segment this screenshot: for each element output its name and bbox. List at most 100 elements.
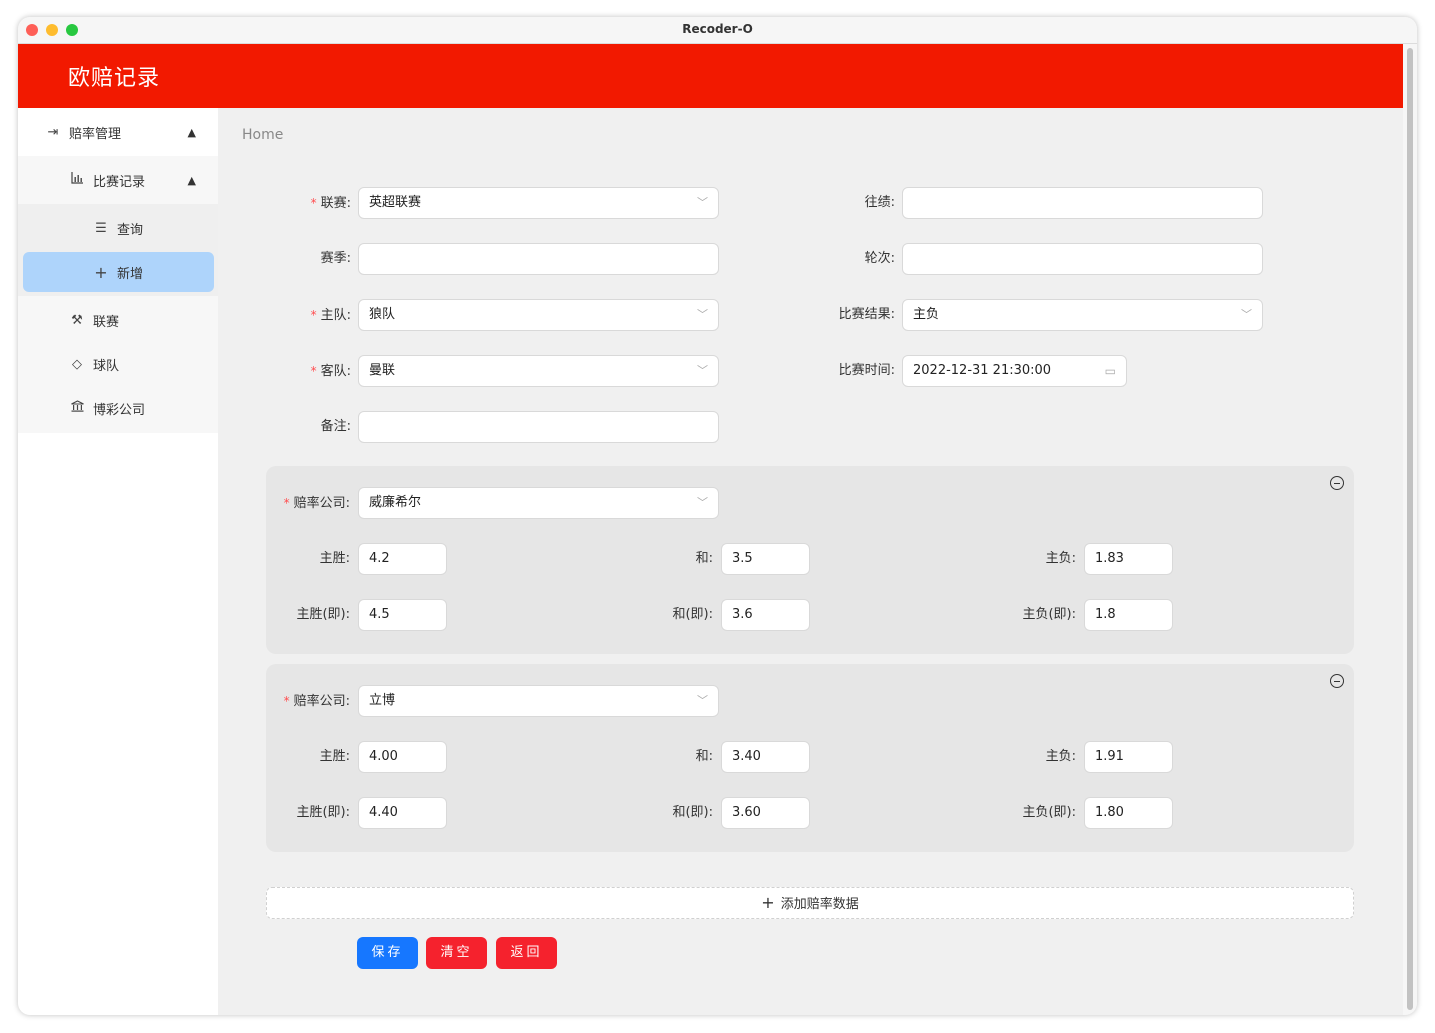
app-window: Recoder-O 欧赔记录 ⇥ 赔率管理 ▲ 比赛记录 ▲ ☰ 查询 + 新增 bbox=[18, 17, 1417, 1015]
scroll-thumb[interactable] bbox=[1407, 48, 1413, 1010]
title-bar: Recoder-O bbox=[18, 17, 1417, 44]
home-win-live-label: 主胜(即): bbox=[296, 805, 350, 820]
home-win-label: 主胜: bbox=[319, 749, 350, 764]
draw-live-input[interactable]: 3.60 bbox=[721, 797, 810, 829]
company-select[interactable]: 威廉希尔 ﹀ bbox=[358, 487, 719, 519]
tag-icon: ◇ bbox=[72, 356, 82, 372]
calendar-icon: ▭ bbox=[1104, 364, 1116, 378]
chevron-down-icon: ﹀ bbox=[1241, 308, 1252, 321]
home-loss-live-label: 主负(即): bbox=[1022, 607, 1076, 622]
menu-label: 赔率管理 bbox=[69, 126, 122, 142]
round-label: 轮次: bbox=[864, 251, 895, 266]
chevron-down-icon: ﹀ bbox=[697, 196, 708, 209]
add-odds-button[interactable]: + 添加赔率数据 bbox=[266, 887, 1354, 919]
home-win-input[interactable]: 4.2 bbox=[358, 543, 447, 575]
menu-team[interactable]: ◇ 球队 bbox=[18, 340, 218, 388]
home-loss-label: 主负: bbox=[1045, 749, 1076, 764]
menu-match-records[interactable]: 比赛记录 ▲ bbox=[18, 156, 218, 204]
home-win-live-input[interactable]: 4.40 bbox=[358, 797, 447, 829]
chevron-down-icon: ﹀ bbox=[697, 496, 708, 509]
chevron-up-icon: ▲ bbox=[187, 173, 196, 187]
company-select[interactable]: 立博 ﹀ bbox=[358, 685, 719, 717]
clear-button[interactable]: 清空 bbox=[426, 937, 487, 969]
menu-league[interactable]: ⚒ 联赛 bbox=[18, 296, 218, 344]
menu-query[interactable]: ☰ 查询 bbox=[18, 204, 218, 252]
menu-label: 博彩公司 bbox=[93, 402, 146, 418]
remark-label: 备注: bbox=[320, 419, 351, 434]
league-label: * 联赛: bbox=[310, 196, 351, 211]
draw-live-label: 和(即): bbox=[672, 805, 713, 820]
result-select[interactable]: 主负 ﹀ bbox=[902, 299, 1263, 331]
login-icon: ⇥ bbox=[47, 124, 59, 140]
company-value: 威廉希尔 bbox=[369, 495, 422, 510]
league-select[interactable]: 英超联赛 ﹀ bbox=[358, 187, 719, 219]
main-content: Home * 联赛: 英超联赛 ﹀ 往绩: 赛季: 轮次: * 主队: 狼队 ﹀ 比… bbox=[218, 108, 1403, 1015]
history-input[interactable] bbox=[902, 187, 1263, 219]
away-team-select[interactable]: 曼联 ﹀ bbox=[358, 355, 719, 387]
chevron-down-icon: ﹀ bbox=[697, 308, 708, 321]
remove-circle-icon[interactable] bbox=[1330, 674, 1344, 688]
breadcrumb[interactable]: Home bbox=[242, 127, 283, 143]
remove-circle-icon[interactable] bbox=[1330, 476, 1344, 490]
season-input[interactable] bbox=[358, 243, 719, 275]
back-button[interactable]: 返回 bbox=[496, 937, 557, 969]
menu-label: 球队 bbox=[93, 358, 120, 374]
odds-card: * 赔率公司: 威廉希尔 ﹀ 主胜: 4.2 和: 3.5 主负: 1.83 主胜… bbox=[266, 466, 1354, 654]
home-loss-live-input[interactable]: 1.8 bbox=[1084, 599, 1173, 631]
menu-label: 新增 bbox=[117, 266, 144, 282]
bar-chart-icon bbox=[69, 172, 85, 188]
draw-label: 和: bbox=[695, 749, 713, 764]
result-label: 比赛结果: bbox=[838, 307, 895, 322]
tool-icon: ⚒ bbox=[71, 312, 83, 328]
home-win-live-input[interactable]: 4.5 bbox=[358, 599, 447, 631]
home-loss-input[interactable]: 1.91 bbox=[1084, 741, 1173, 773]
menu-label: 查询 bbox=[117, 222, 144, 238]
result-value: 主负 bbox=[913, 307, 940, 322]
draw-live-input[interactable]: 3.6 bbox=[721, 599, 810, 631]
vertical-scrollbar[interactable] bbox=[1403, 44, 1417, 1015]
home-team-select[interactable]: 狼队 ﹀ bbox=[358, 299, 719, 331]
plus-icon: + bbox=[94, 262, 108, 282]
company-label: * 赔率公司: bbox=[283, 694, 350, 709]
window-title: Recoder-O bbox=[682, 22, 753, 36]
away-team-value: 曼联 bbox=[369, 363, 396, 378]
sidebar: ⇥ 赔率管理 ▲ 比赛记录 ▲ ☰ 查询 + 新增 ⚒ 联赛 ◇ 球队 博彩公司 bbox=[18, 108, 218, 1015]
draw-label: 和: bbox=[695, 551, 713, 566]
home-loss-input[interactable]: 1.83 bbox=[1084, 543, 1173, 575]
home-team-value: 狼队 bbox=[369, 307, 396, 322]
company-value: 立博 bbox=[369, 693, 396, 708]
odds-card: * 赔率公司: 立博 ﹀ 主胜: 4.00 和: 3.40 主负: 1.91 主胜… bbox=[266, 664, 1354, 852]
round-input[interactable] bbox=[902, 243, 1263, 275]
history-label: 往绩: bbox=[864, 195, 895, 210]
menu-add-new[interactable]: + 新增 bbox=[18, 248, 218, 296]
app-title: 欧赔记录 bbox=[68, 66, 161, 91]
draw-input[interactable]: 3.5 bbox=[721, 543, 810, 575]
plus-icon: + bbox=[761, 893, 775, 912]
home-loss-live-input[interactable]: 1.80 bbox=[1084, 797, 1173, 829]
season-label: 赛季: bbox=[320, 251, 351, 266]
menu-bookmaker[interactable]: 博彩公司 bbox=[18, 384, 218, 432]
home-team-label: * 主队: bbox=[310, 308, 351, 323]
draw-input[interactable]: 3.40 bbox=[721, 741, 810, 773]
app-header: 欧赔记录 bbox=[18, 44, 1403, 108]
remark-input[interactable] bbox=[358, 411, 719, 443]
away-team-label: * 客队: bbox=[310, 364, 351, 379]
home-loss-label: 主负: bbox=[1045, 551, 1076, 566]
menu-label: 比赛记录 bbox=[93, 174, 146, 190]
save-button[interactable]: 保存 bbox=[357, 937, 418, 969]
bank-icon bbox=[69, 400, 85, 416]
chevron-up-icon: ▲ bbox=[187, 125, 196, 139]
chevron-down-icon: ﹀ bbox=[697, 364, 708, 377]
chevron-down-icon: ﹀ bbox=[697, 694, 708, 707]
add-odds-label: 添加赔率数据 bbox=[780, 897, 859, 912]
home-win-label: 主胜: bbox=[319, 551, 350, 566]
home-win-live-label: 主胜(即): bbox=[296, 607, 350, 622]
home-win-input[interactable]: 4.00 bbox=[358, 741, 447, 773]
home-loss-live-label: 主负(即): bbox=[1022, 805, 1076, 820]
company-label: * 赔率公司: bbox=[283, 496, 350, 511]
draw-live-label: 和(即): bbox=[672, 607, 713, 622]
menu-odds-management[interactable]: ⇥ 赔率管理 ▲ bbox=[18, 108, 218, 156]
match-time-picker[interactable]: 2022-12-31 21:30:00 ▭ bbox=[902, 355, 1127, 387]
match-time-value: 2022-12-31 21:30:00 bbox=[913, 363, 1052, 378]
list-icon: ☰ bbox=[95, 220, 107, 236]
